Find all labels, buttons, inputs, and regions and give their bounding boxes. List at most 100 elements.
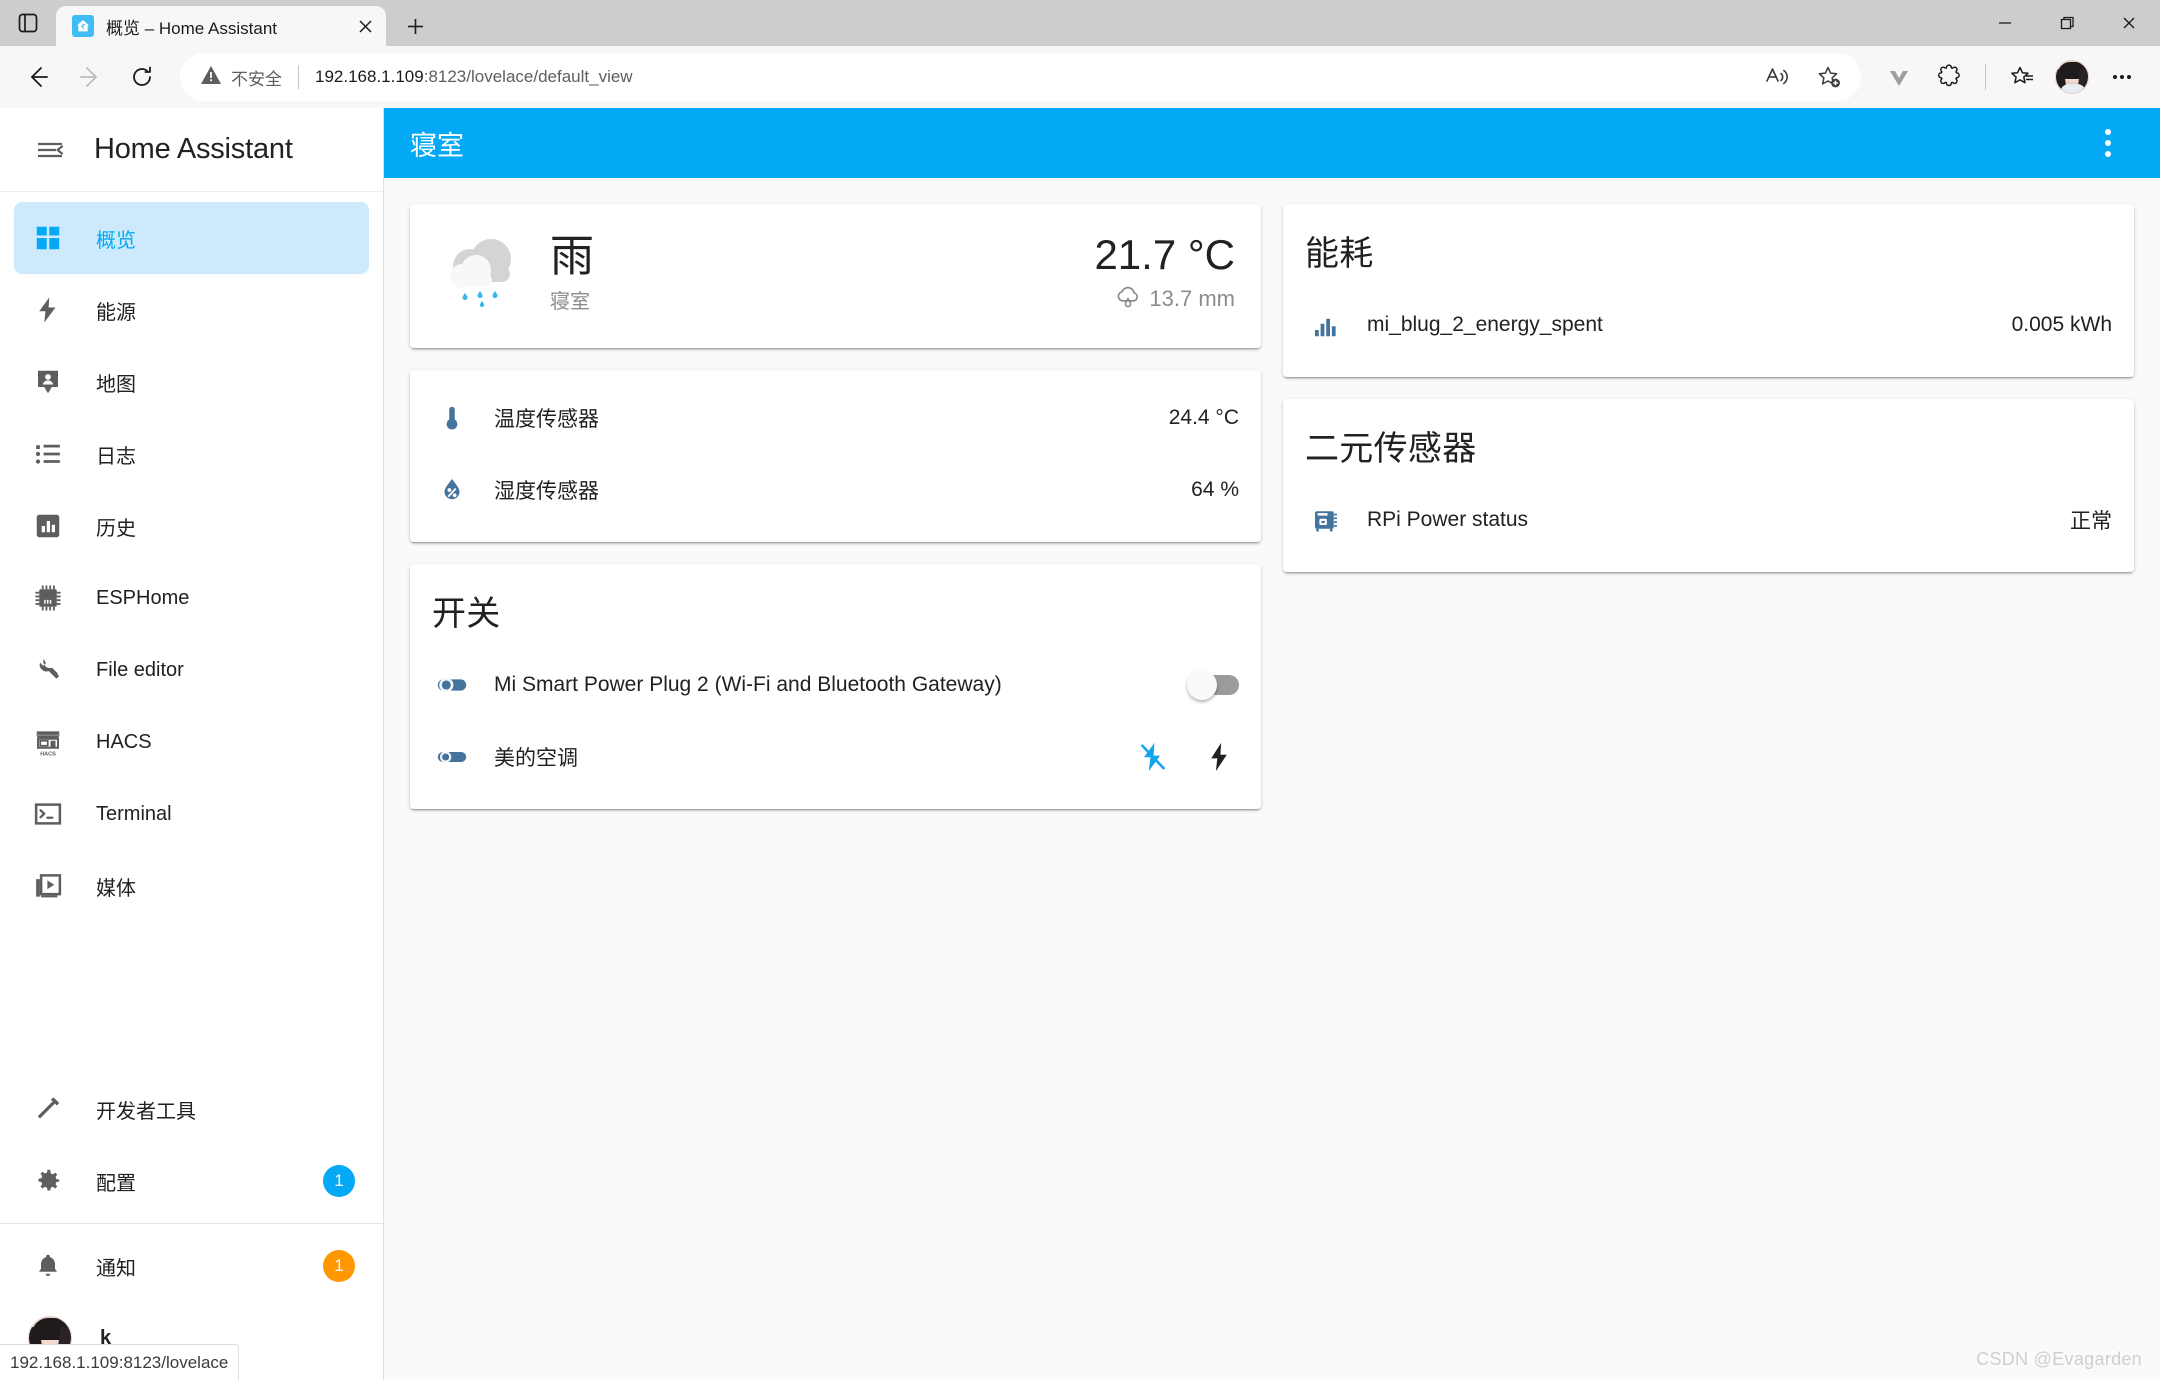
entity-name: 温度传感器 (494, 408, 599, 431)
entity-value: 正常 (2070, 510, 2112, 533)
play-box-multiple-icon (28, 866, 68, 906)
binary-sensor-entities-card: 二元传感器 RPi Power status 正常 (1283, 399, 2134, 572)
sidebar-item-terminal[interactable]: Terminal (14, 778, 369, 850)
sidebar: Home Assistant 概览 能源 地图 日志 历史 ESPHome Fi… (0, 108, 384, 1380)
sidebar-item-hacs[interactable]: HACS HACS (14, 706, 369, 778)
sidebar-item-file-editor[interactable]: File editor (14, 634, 369, 706)
browser-tab[interactable]: 概览 – Home Assistant (56, 6, 386, 46)
menu-collapse-icon[interactable] (28, 128, 72, 172)
entity-row[interactable]: 湿度传感器 64 % (432, 454, 1239, 526)
sidebar-item-label: ESPHome (96, 586, 190, 609)
entity-row-actions (1133, 737, 1239, 777)
sidebar-item-label: 地图 (96, 373, 136, 396)
profile-avatar[interactable] (2048, 53, 2096, 101)
app-header-bar: 寝室 (384, 108, 2160, 178)
bell-icon (28, 1246, 68, 1286)
flash-off-icon[interactable] (1133, 737, 1173, 777)
weather-pouring-icon (1115, 283, 1141, 315)
read-aloud-icon[interactable] (1753, 53, 1801, 101)
not-secure-indicator[interactable]: 不安全 (200, 64, 282, 91)
dots-vertical-icon[interactable] (2082, 117, 2134, 169)
home-assistant-app: Home Assistant 概览 能源 地图 日志 历史 ESPHome Fi… (0, 108, 2160, 1380)
link-status-bubble: 192.168.1.109:8123/lovelace (0, 1344, 240, 1380)
chart-bar-icon (1305, 305, 1345, 345)
close-window-icon[interactable] (2098, 0, 2160, 46)
format-list-bulleted-icon (28, 434, 68, 474)
sidebar-item-notifications[interactable]: 通知 1 (14, 1230, 369, 1302)
forward-icon[interactable] (66, 53, 114, 101)
settings-and-more-icon[interactable] (2098, 53, 2146, 101)
entity-row[interactable]: 美的空调 (432, 721, 1239, 793)
maximize-icon[interactable] (2036, 0, 2098, 46)
extensions-icon[interactable] (1925, 53, 1973, 101)
raspberry-pi-chip-icon (1305, 500, 1345, 540)
sidebar-item-esphome[interactable]: ESPHome (14, 562, 369, 634)
sidebar-divider (0, 1223, 383, 1224)
entity-row[interactable]: Mi Smart Power Plug 2 (Wi-Fi and Bluetoo… (432, 649, 1239, 721)
favorites-list-icon[interactable] (1998, 53, 2046, 101)
home-assistant-logo-icon (72, 15, 94, 37)
entity-row[interactable]: mi_blug_2_energy_spent 0.005 kWh (1305, 289, 2112, 361)
entity-name: 湿度传感器 (494, 480, 599, 503)
switch-toggle[interactable] (1187, 670, 1239, 700)
url-host: 192.168.1.109 (315, 67, 424, 86)
water-percent-icon (432, 470, 472, 510)
app-header-actions (2082, 117, 2134, 169)
window-controls (1974, 0, 2160, 46)
cards-column-right: 能耗 mi_blug_2_energy_spent 0.005 kWh 二元传感… (1283, 204, 2134, 572)
sensor-rows: 温度传感器 24.4 °C 湿度传感器 64 % (410, 370, 1261, 542)
sidebar-item-label: File editor (96, 658, 184, 681)
console-icon (28, 794, 68, 834)
entity-name: RPi Power status (1367, 508, 1529, 531)
vue-devtools-icon[interactable] (1875, 53, 1923, 101)
tab-actions-icon[interactable] (0, 0, 56, 46)
new-tab-icon[interactable] (392, 6, 438, 46)
cog-icon (28, 1161, 68, 1201)
thermometer-icon (432, 398, 472, 438)
sidebar-item-label: 通知 (96, 1257, 136, 1280)
weather-text-block: 雨 寝室 (550, 234, 594, 313)
main-panel: 寝室 雨 寝室 21.7 °C 13.7 mm 温度传感器 24.4 °C 湿度… (384, 108, 2160, 1380)
weather-precipitation: 13.7 mm (1094, 283, 1235, 315)
sidebar-item-history[interactable]: 历史 (14, 490, 369, 562)
sidebar-item-overview[interactable]: 概览 (14, 202, 369, 274)
svg-text:HACS: HACS (40, 751, 56, 757)
entity-value: 64 % (1191, 478, 1239, 501)
sidebar-item-label: 媒体 (96, 877, 136, 900)
flash-icon[interactable] (1199, 737, 1239, 777)
sidebar-nav-list: 概览 能源 地图 日志 历史 ESPHome File editor HACS … (0, 192, 383, 922)
sidebar-item-logbook[interactable]: 日志 (14, 418, 369, 490)
sidebar-item-developer-tools[interactable]: 开发者工具 (14, 1073, 369, 1145)
toggle-switch-on-icon (432, 665, 472, 705)
back-icon[interactable] (14, 53, 62, 101)
binary-sensor-rows: RPi Power status 正常 (1283, 472, 2134, 572)
sidebar-item-configuration[interactable]: 配置 1 (14, 1145, 369, 1217)
entity-name: mi_blug_2_energy_spent (1367, 313, 1603, 336)
address-bar[interactable]: 不安全 192.168.1.109:8123/lovelace/default_… (180, 53, 1861, 101)
browser-window: 概览 – Home Assistant 不安全 192.168.1.109:81… (0, 0, 2160, 1380)
weather-temperature: 21.7 °C (1094, 230, 1235, 278)
reload-icon[interactable] (118, 53, 166, 101)
minimize-icon[interactable] (1974, 0, 2036, 46)
sidebar-item-map[interactable]: 地图 (14, 346, 369, 418)
weather-card[interactable]: 雨 寝室 21.7 °C 13.7 mm (410, 204, 1261, 348)
sidebar-item-media[interactable]: 媒体 (14, 850, 369, 922)
omnibox-divider (298, 65, 299, 89)
sensor-entities-card: 温度传感器 24.4 °C 湿度传感器 64 % (410, 370, 1261, 542)
weather-state: 雨 (550, 232, 594, 282)
close-icon[interactable] (350, 11, 380, 41)
address-bar-url: 192.168.1.109:8123/lovelace/default_view (315, 67, 1743, 87)
sidebar-item-label: 开发者工具 (96, 1100, 196, 1123)
tab-strip: 概览 – Home Assistant (0, 0, 2160, 46)
sidebar-item-energy[interactable]: 能源 (14, 274, 369, 346)
status-badge: 1 (323, 1165, 355, 1197)
entity-row[interactable]: 温度传感器 24.4 °C (432, 382, 1239, 454)
url-path: :8123/lovelace/default_view (423, 67, 633, 86)
entity-row[interactable]: RPi Power status 正常 (1305, 484, 2112, 556)
sidebar-item-label: 历史 (96, 517, 136, 540)
switch-rows: Mi Smart Power Plug 2 (Wi-Fi and Bluetoo… (410, 637, 1261, 809)
card-title: 开关 (432, 595, 501, 633)
wrench-icon (28, 650, 68, 690)
add-favorite-icon[interactable] (1805, 53, 1853, 101)
